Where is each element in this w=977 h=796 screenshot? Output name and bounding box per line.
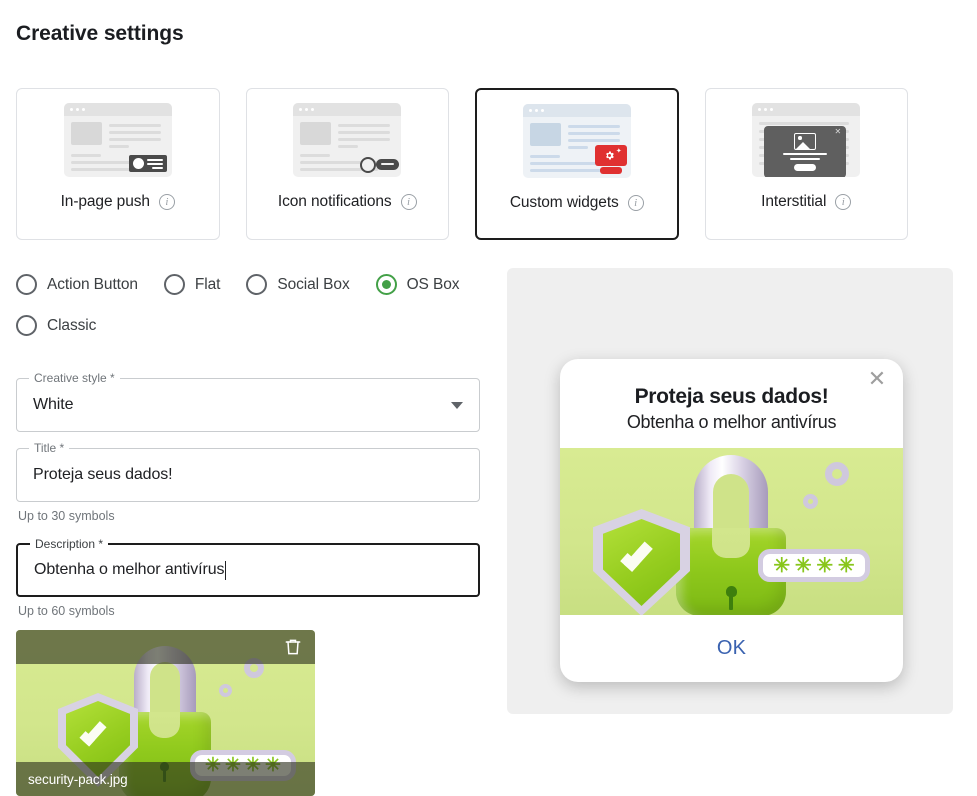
description-input[interactable]: Description * Obtenha o melhor antivírus [16,537,480,597]
radio-os-box[interactable]: OS Box [375,274,460,295]
radio-circle[interactable] [246,274,268,295]
description-value: Obtenha o melhor antivírus [34,561,225,578]
radio-label: OS Box [406,275,460,293]
radio-circle-selected[interactable] [375,274,397,295]
page-title: Creative settings [16,22,184,45]
format-card-label: In-page push [60,193,150,210]
creative-form: Creative style * White Title * Proteja s… [16,371,480,618]
radio-label: Flat [194,275,221,293]
format-card-label: Interstitial [761,193,827,210]
format-card-icon-notifications[interactable]: Icon notifications i [245,88,449,240]
radio-label: Classic [47,316,97,334]
title-legend: Title * [29,441,70,455]
interstitial-icon: ✕ [752,103,861,177]
preview-widget-card: ✕ Proteja seus dados! Obtenha o melhor a… [560,359,903,682]
radio-row-1: Action Button Flat Social Box OS Box [16,274,486,295]
format-card-label: Icon notifications [277,193,392,210]
radio-social-box[interactable]: Social Box [246,274,350,295]
radio-circle[interactable] [16,274,37,295]
format-card-custom-widgets[interactable]: ✦ Custom widgets i [475,88,679,240]
creative-style-legend: Creative style * [29,371,120,385]
title-input[interactable]: Title * Proteja seus dados! [16,441,480,502]
in-page-push-icon [63,103,172,177]
radio-label: Social Box [277,275,350,293]
close-icon[interactable]: ✕ [865,367,889,391]
radio-label: Action Button [47,275,138,293]
radio-classic[interactable]: Classic [16,315,96,336]
format-card-interstitial[interactable]: ✕ Interstitial i [704,88,908,240]
format-cards-row: In-page push i Icon notifications i ✦ Cu… [16,88,908,240]
creative-preview-panel: ✕ Proteja seus dados! Obtenha o melhor a… [507,268,953,714]
info-icon[interactable]: i [627,195,644,211]
preview-description: Obtenha o melhor antivírus [626,412,837,432]
radio-row-2: Classic [16,315,486,336]
icon-notifications-icon [293,103,402,177]
info-icon[interactable]: i [835,194,852,210]
description-helper-text: Up to 60 symbols [18,604,115,618]
format-card-label: Custom widgets [509,194,619,211]
thumbnail-bottom-overlay: security-pack.jpg [16,762,315,796]
card-label-row: In-page push i [61,193,175,211]
description-legend: Description * [30,537,109,551]
radio-circle[interactable] [16,315,37,336]
thumbnail-filename: security-pack.jpg [28,771,128,787]
preview-image: ✳ ✳ ✳ ✳ [560,448,903,615]
custom-widgets-icon: ✦ [522,104,631,178]
uploaded-image-thumbnail[interactable]: ✳✳✳✳ security-pack.jpg [16,630,315,796]
card-label-row: Interstitial i [761,193,852,211]
creative-style-select[interactable]: Creative style * White [16,371,480,432]
radio-action-button[interactable]: Action Button [16,274,138,295]
title-value: Proteja seus dados! [33,466,173,483]
card-label-row: Custom widgets i [510,194,644,212]
radio-flat[interactable]: Flat [163,274,221,295]
card-label-row: Icon notifications i [278,193,417,211]
radio-circle[interactable] [163,274,185,295]
title-helper-text: Up to 30 symbols [18,509,115,523]
thumbnail-top-overlay [16,630,315,664]
preview-header: Proteja seus dados! Obtenha o melhor ant… [560,359,903,433]
preview-ok-button[interactable]: OK [560,615,903,682]
trash-icon[interactable] [283,637,303,657]
creative-style-value: White [33,396,74,413]
widget-type-radio-group: Action Button Flat Social Box OS Box Cla… [16,274,486,336]
text-caret [225,560,227,580]
preview-title: Proteja seus dados! [634,385,829,408]
info-icon[interactable]: i [158,194,175,210]
chevron-down-icon[interactable] [451,402,463,409]
format-card-in-page-push[interactable]: In-page push i [16,88,220,240]
info-icon[interactable]: i [400,194,417,210]
